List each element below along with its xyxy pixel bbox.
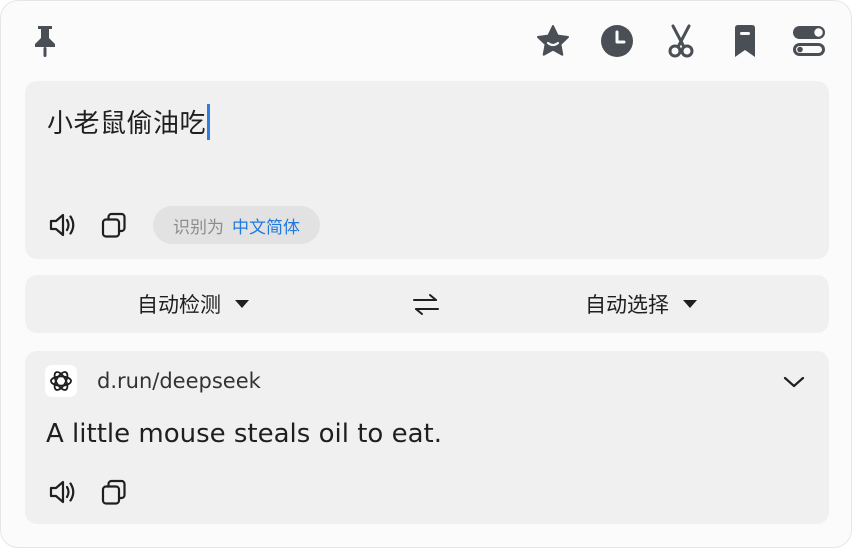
- translation-text: A little mouse steals oil to eat.: [46, 419, 442, 449]
- star-icon[interactable]: [535, 23, 571, 59]
- pin-icon[interactable]: [27, 23, 63, 59]
- copy-icon[interactable]: [97, 208, 131, 242]
- translation-result-card: d.run/deepseek A little mouse steals oil…: [25, 351, 829, 524]
- translator-window: 小老鼠偷油吃 识别为 中文简体 自动检测 自动选择 d.run/deepseek…: [0, 0, 852, 548]
- language-selector-bar: 自动检测 自动选择: [25, 275, 829, 333]
- source-language-select[interactable]: 自动检测: [137, 275, 249, 333]
- detected-language: 中文简体: [232, 217, 300, 238]
- openai-logo-icon: [45, 365, 77, 397]
- text-cursor: [207, 103, 211, 140]
- history-clock-icon[interactable]: [599, 23, 635, 59]
- source-language-label: 自动检测: [137, 293, 221, 317]
- target-language-select[interactable]: 自动选择: [585, 275, 697, 333]
- toggle-settings-icon[interactable]: [791, 23, 827, 59]
- speaker-icon[interactable]: [45, 475, 79, 509]
- copy-icon[interactable]: [97, 475, 131, 509]
- speaker-icon[interactable]: [45, 208, 79, 242]
- chevron-down-icon: [235, 300, 249, 308]
- bookmark-icon[interactable]: [727, 23, 763, 59]
- detected-language-badge[interactable]: 识别为 中文简体: [153, 206, 320, 244]
- scissors-icon[interactable]: [663, 23, 699, 59]
- target-language-label: 自动选择: [585, 293, 669, 317]
- chevron-down-icon: [683, 300, 697, 308]
- source-text-input[interactable]: 小老鼠偷油吃: [47, 103, 211, 140]
- swap-arrows-icon[interactable]: [409, 288, 443, 322]
- source-text-card: 小老鼠偷油吃 识别为 中文简体: [25, 81, 829, 259]
- service-name: d.run/deepseek: [97, 369, 261, 393]
- chevron-down-icon[interactable]: [779, 367, 809, 397]
- source-text: 小老鼠偷油吃: [47, 109, 207, 139]
- detect-prefix: 识别为: [173, 217, 224, 238]
- toolbar: [1, 1, 852, 81]
